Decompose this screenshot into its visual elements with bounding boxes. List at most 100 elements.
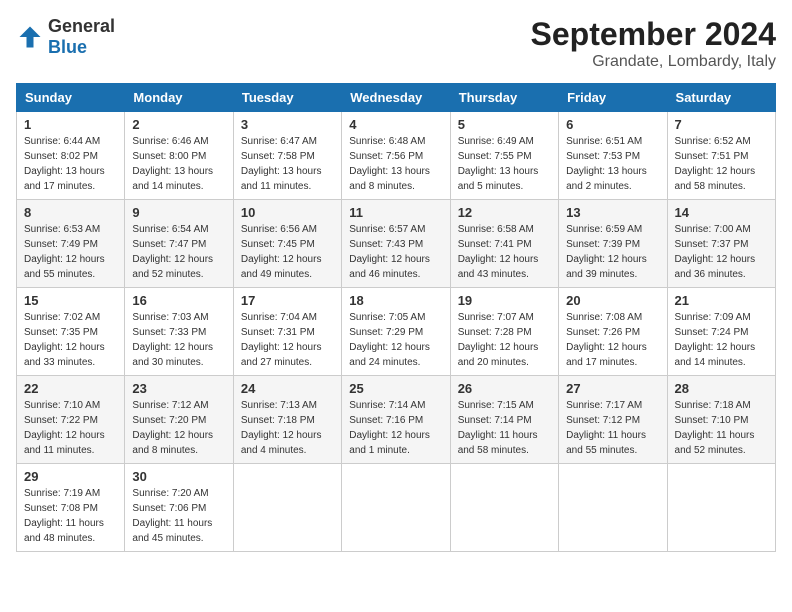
- day-info: Sunrise: 7:05 AMSunset: 7:29 PMDaylight:…: [349, 310, 442, 370]
- week-row-1: 1Sunrise: 6:44 AMSunset: 8:02 PMDaylight…: [17, 112, 776, 200]
- day-info: Sunrise: 7:13 AMSunset: 7:18 PMDaylight:…: [241, 398, 334, 458]
- day-number: 23: [132, 381, 225, 396]
- day-number: 5: [458, 117, 551, 132]
- weekday-header-thursday: Thursday: [450, 84, 558, 112]
- day-number: 6: [566, 117, 659, 132]
- day-number: 17: [241, 293, 334, 308]
- day-number: 1: [24, 117, 117, 132]
- calendar-cell: 2 Sunrise: 6:46 AMSunset: 8:00 PMDaylight…: [125, 112, 233, 200]
- calendar-cell: 17 Sunrise: 7:04 AMSunset: 7:31 PMDayligh…: [233, 288, 341, 376]
- day-number: 14: [675, 205, 768, 220]
- day-number: 4: [349, 117, 442, 132]
- calendar-cell: 6 Sunrise: 6:51 AMSunset: 7:53 PMDaylight…: [559, 112, 667, 200]
- calendar-cell: 22Sunrise: 7:10 AMSunset: 7:22 PMDayligh…: [17, 376, 125, 464]
- day-info: Sunrise: 6:47 AMSunset: 7:58 PMDaylight:…: [241, 134, 334, 194]
- calendar-cell: [667, 464, 775, 552]
- day-info: Sunrise: 7:19 AMSunset: 7:08 PMDaylight:…: [24, 486, 117, 546]
- logo-text: General Blue: [48, 16, 115, 58]
- day-number: 11: [349, 205, 442, 220]
- title-section: September 2024 Grandate, Lombardy, Italy: [531, 16, 776, 71]
- day-info: Sunrise: 6:57 AMSunset: 7:43 PMDaylight:…: [349, 222, 442, 282]
- day-info: Sunrise: 7:08 AMSunset: 7:26 PMDaylight:…: [566, 310, 659, 370]
- calendar-cell: 18 Sunrise: 7:05 AMSunset: 7:29 PMDayligh…: [342, 288, 450, 376]
- weekday-header-wednesday: Wednesday: [342, 84, 450, 112]
- day-info: Sunrise: 6:52 AMSunset: 7:51 PMDaylight:…: [675, 134, 768, 194]
- calendar-cell: 1Sunrise: 6:44 AMSunset: 8:02 PMDaylight…: [17, 112, 125, 200]
- calendar-cell: [342, 464, 450, 552]
- calendar-cell: 12 Sunrise: 6:58 AMSunset: 7:41 PMDayligh…: [450, 200, 558, 288]
- calendar-cell: 26 Sunrise: 7:15 AMSunset: 7:14 PMDayligh…: [450, 376, 558, 464]
- day-info: Sunrise: 6:46 AMSunset: 8:00 PMDaylight:…: [132, 134, 225, 194]
- day-number: 16: [132, 293, 225, 308]
- day-number: 30: [132, 469, 225, 484]
- day-info: Sunrise: 7:02 AMSunset: 7:35 PMDaylight:…: [24, 310, 117, 370]
- day-info: Sunrise: 6:49 AMSunset: 7:55 PMDaylight:…: [458, 134, 551, 194]
- calendar-cell: 19 Sunrise: 7:07 AMSunset: 7:28 PMDayligh…: [450, 288, 558, 376]
- logo: General Blue: [16, 16, 115, 58]
- day-info: Sunrise: 7:07 AMSunset: 7:28 PMDaylight:…: [458, 310, 551, 370]
- location-title: Grandate, Lombardy, Italy: [531, 53, 776, 71]
- weekday-header-monday: Monday: [125, 84, 233, 112]
- logo-blue: Blue: [48, 37, 87, 57]
- day-info: Sunrise: 7:03 AMSunset: 7:33 PMDaylight:…: [132, 310, 225, 370]
- calendar-cell: 3Sunrise: 6:47 AMSunset: 7:58 PMDaylight…: [233, 112, 341, 200]
- calendar-cell: 5 Sunrise: 6:49 AMSunset: 7:55 PMDaylight…: [450, 112, 558, 200]
- day-info: Sunrise: 7:17 AMSunset: 7:12 PMDaylight:…: [566, 398, 659, 458]
- calendar-cell: 24 Sunrise: 7:13 AMSunset: 7:18 PMDayligh…: [233, 376, 341, 464]
- weekday-header-sunday: Sunday: [17, 84, 125, 112]
- calendar-cell: 21 Sunrise: 7:09 AMSunset: 7:24 PMDayligh…: [667, 288, 775, 376]
- day-number: 26: [458, 381, 551, 396]
- week-row-3: 15 Sunrise: 7:02 AMSunset: 7:35 PMDayligh…: [17, 288, 776, 376]
- day-number: 18: [349, 293, 442, 308]
- day-number: 9: [132, 205, 225, 220]
- calendar-cell: 20 Sunrise: 7:08 AMSunset: 7:26 PMDayligh…: [559, 288, 667, 376]
- day-info: Sunrise: 7:15 AMSunset: 7:14 PMDaylight:…: [458, 398, 551, 458]
- calendar-cell: 23Sunrise: 7:12 AMSunset: 7:20 PMDayligh…: [125, 376, 233, 464]
- day-number: 10: [241, 205, 334, 220]
- logo-icon: [16, 23, 44, 51]
- week-row-5: 29 Sunrise: 7:19 AMSunset: 7:08 PMDayligh…: [17, 464, 776, 552]
- calendar-cell: 14Sunrise: 7:00 AMSunset: 7:37 PMDayligh…: [667, 200, 775, 288]
- day-info: Sunrise: 6:51 AMSunset: 7:53 PMDaylight:…: [566, 134, 659, 194]
- day-number: 25: [349, 381, 442, 396]
- day-number: 24: [241, 381, 334, 396]
- day-info: Sunrise: 7:09 AMSunset: 7:24 PMDaylight:…: [675, 310, 768, 370]
- weekday-header-friday: Friday: [559, 84, 667, 112]
- day-info: Sunrise: 7:04 AMSunset: 7:31 PMDaylight:…: [241, 310, 334, 370]
- calendar-cell: 9Sunrise: 6:54 AMSunset: 7:47 PMDaylight…: [125, 200, 233, 288]
- calendar-cell: [559, 464, 667, 552]
- calendar-cell: 16 Sunrise: 7:03 AMSunset: 7:33 PMDayligh…: [125, 288, 233, 376]
- page-header: General Blue September 2024 Grandate, Lo…: [16, 16, 776, 71]
- calendar-cell: 27Sunrise: 7:17 AMSunset: 7:12 PMDayligh…: [559, 376, 667, 464]
- day-info: Sunrise: 7:10 AMSunset: 7:22 PMDaylight:…: [24, 398, 117, 458]
- day-number: 28: [675, 381, 768, 396]
- day-number: 7: [675, 117, 768, 132]
- weekday-header-row: SundayMondayTuesdayWednesdayThursdayFrid…: [17, 84, 776, 112]
- calendar-cell: 8Sunrise: 6:53 AMSunset: 7:49 PMDaylight…: [17, 200, 125, 288]
- calendar-cell: 13Sunrise: 6:59 AMSunset: 7:39 PMDayligh…: [559, 200, 667, 288]
- day-number: 2: [132, 117, 225, 132]
- day-number: 15: [24, 293, 117, 308]
- day-number: 29: [24, 469, 117, 484]
- day-number: 20: [566, 293, 659, 308]
- calendar-cell: 29 Sunrise: 7:19 AMSunset: 7:08 PMDayligh…: [17, 464, 125, 552]
- weekday-header-tuesday: Tuesday: [233, 84, 341, 112]
- day-number: 21: [675, 293, 768, 308]
- day-info: Sunrise: 7:20 AMSunset: 7:06 PMDaylight:…: [132, 486, 225, 546]
- logo-general: General: [48, 16, 115, 36]
- calendar-cell: 7 Sunrise: 6:52 AMSunset: 7:51 PMDaylight…: [667, 112, 775, 200]
- calendar-table: SundayMondayTuesdayWednesdayThursdayFrid…: [16, 83, 776, 552]
- calendar-cell: [450, 464, 558, 552]
- calendar-cell: [233, 464, 341, 552]
- calendar-cell: 10 Sunrise: 6:56 AMSunset: 7:45 PMDayligh…: [233, 200, 341, 288]
- week-row-2: 8Sunrise: 6:53 AMSunset: 7:49 PMDaylight…: [17, 200, 776, 288]
- day-info: Sunrise: 6:59 AMSunset: 7:39 PMDaylight:…: [566, 222, 659, 282]
- day-number: 19: [458, 293, 551, 308]
- day-number: 12: [458, 205, 551, 220]
- calendar-cell: 30 Sunrise: 7:20 AMSunset: 7:06 PMDayligh…: [125, 464, 233, 552]
- calendar-cell: 11 Sunrise: 6:57 AMSunset: 7:43 PMDayligh…: [342, 200, 450, 288]
- day-info: Sunrise: 6:56 AMSunset: 7:45 PMDaylight:…: [241, 222, 334, 282]
- day-info: Sunrise: 6:58 AMSunset: 7:41 PMDaylight:…: [458, 222, 551, 282]
- day-info: Sunrise: 6:48 AMSunset: 7:56 PMDaylight:…: [349, 134, 442, 194]
- day-info: Sunrise: 6:53 AMSunset: 7:49 PMDaylight:…: [24, 222, 117, 282]
